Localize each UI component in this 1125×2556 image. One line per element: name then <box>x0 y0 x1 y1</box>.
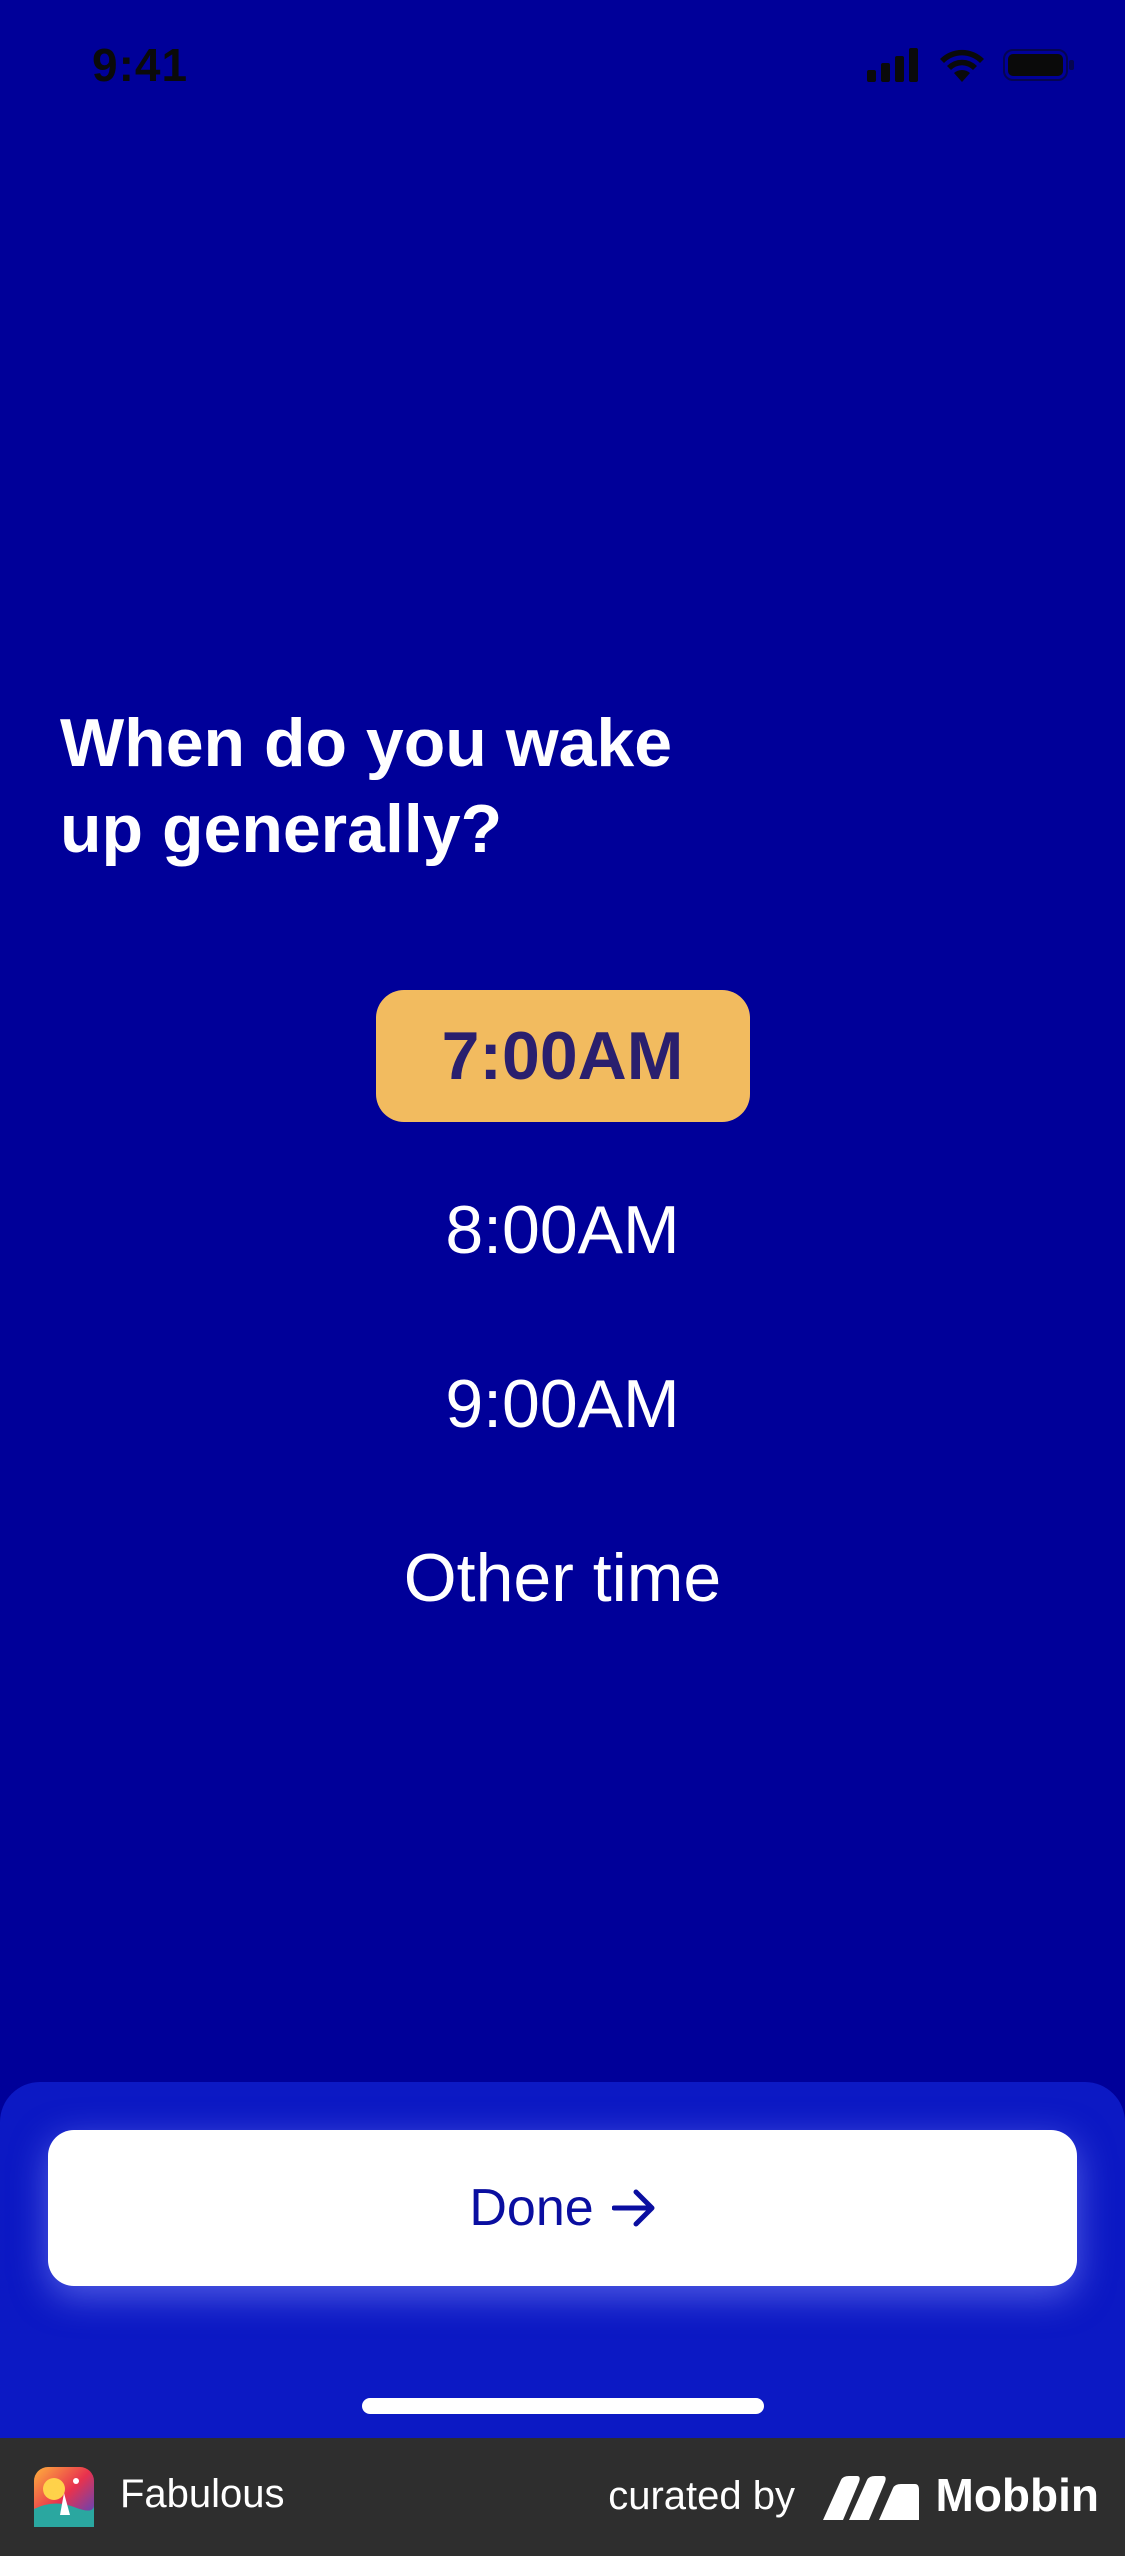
status-time: 9:41 <box>92 39 189 91</box>
bottom-sheet: Done <box>0 2082 1125 2438</box>
battery-icon <box>1003 49 1074 81</box>
option-9am[interactable]: 9:00AM <box>395 1338 729 1470</box>
cellular-signal-icon <box>867 48 918 82</box>
app-name: Fabulous <box>120 2472 285 2516</box>
status-icons <box>867 48 1075 82</box>
option-8am[interactable]: 8:00AM <box>395 1164 729 1296</box>
option-other-time[interactable]: Other time <box>354 1512 771 1644</box>
fabulous-app-icon <box>34 2467 94 2527</box>
done-button[interactable]: Done <box>48 2130 1077 2286</box>
done-button-label: Done <box>469 2179 594 2237</box>
time-options: 7:00AM 8:00AM 9:00AM Other time <box>0 990 1125 1686</box>
question-title: When do you wake up generally? <box>60 705 673 867</box>
screen: 9:41 When do you wake up generally? 7:00… <box>0 0 1125 2556</box>
status-bar: 9:41 <box>0 0 1125 140</box>
mobbin-logo-icon <box>823 2476 919 2520</box>
home-indicator <box>362 2398 764 2414</box>
wifi-icon <box>940 49 984 82</box>
footer-bar: Fabulous curated by Mobbin <box>0 2438 1125 2556</box>
mobbin-name: Mobbin <box>935 2469 1100 2521</box>
arrow-right-icon <box>611 2189 655 2227</box>
option-7am[interactable]: 7:00AM <box>375 990 750 1122</box>
curated-by-label: curated by <box>608 2474 795 2518</box>
